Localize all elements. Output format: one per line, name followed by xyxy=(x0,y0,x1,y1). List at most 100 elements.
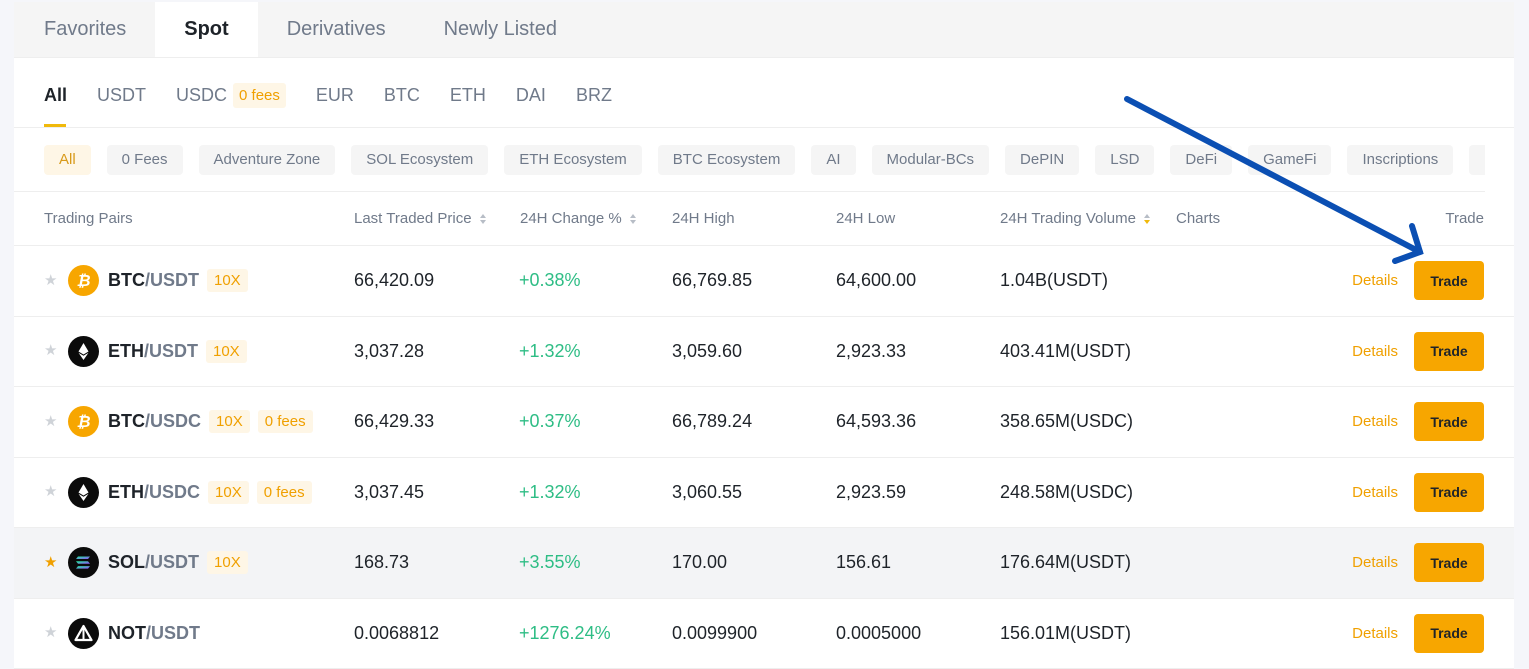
favorite-star-icon[interactable]: ★ xyxy=(44,414,58,429)
header-trade: Trade xyxy=(1445,210,1484,227)
change-24h: +1.32% xyxy=(519,481,581,502)
chip-meme[interactable]: Meme xyxy=(1469,144,1485,175)
trade-button[interactable]: Trade xyxy=(1414,261,1484,301)
quote-tab-dai[interactable]: DAI xyxy=(516,64,546,127)
quote-tab-btc[interactable]: BTC xyxy=(384,64,420,127)
zero-fees-badge: 0 fees xyxy=(256,480,312,504)
trading-pair[interactable]: SOL /USDT 10X xyxy=(108,551,248,575)
trading-pair[interactable]: BTC /USDT 10X xyxy=(108,269,248,293)
sort-descending-icon[interactable] xyxy=(1143,213,1150,224)
sort-icon[interactable] xyxy=(629,213,636,224)
sort-icon[interactable] xyxy=(479,213,486,224)
quote-tab-brz[interactable]: BRZ xyxy=(576,64,612,127)
header-24h-volume-label: 24H Trading Volume xyxy=(1000,210,1136,227)
table-row[interactable]: ★ ETH /USDC 10X 0 fees 3,037.45 +1.32% 3,… xyxy=(14,458,1514,528)
details-link[interactable]: Details xyxy=(1352,484,1398,501)
pair-quote: /USDC xyxy=(144,481,201,502)
chip-gamefi[interactable]: GameFi xyxy=(1248,144,1332,175)
trading-pair[interactable]: NOT /USDT xyxy=(108,623,200,644)
pair-quote: /USDT xyxy=(146,622,200,643)
trading-pair[interactable]: BTC /USDC 10X 0 fees xyxy=(108,410,313,434)
table-row[interactable]: ★ ETH /USDT 10X 3,037.28 +1.32% 3,059.60… xyxy=(14,317,1514,387)
volume-24h: 403.41M(USDT) xyxy=(1000,340,1132,361)
chip-inscriptions[interactable]: Inscriptions xyxy=(1347,144,1454,175)
pair-quote: /USDT xyxy=(144,340,198,361)
details-link[interactable]: Details xyxy=(1352,343,1398,360)
favorite-star-icon[interactable]: ★ xyxy=(44,555,58,570)
details-link[interactable]: Details xyxy=(1352,554,1398,571)
svg-text:₿: ₿ xyxy=(76,412,90,431)
chip-sol-ecosystem[interactable]: SOL Ecosystem xyxy=(351,144,489,175)
eth-logo-icon xyxy=(68,476,99,508)
volume-24h: 248.58M(USDC) xyxy=(1000,481,1134,502)
high-24h: 66,789.24 xyxy=(672,411,753,432)
details-link[interactable]: Details xyxy=(1352,413,1398,430)
favorite-star-icon[interactable]: ★ xyxy=(44,484,58,499)
trade-button[interactable]: Trade xyxy=(1414,472,1484,512)
chip-lsd[interactable]: LSD xyxy=(1095,144,1155,175)
trading-pair[interactable]: ETH /USDC 10X 0 fees xyxy=(108,480,312,504)
chip-adventure-zone[interactable]: Adventure Zone xyxy=(198,144,336,175)
last-price: 3,037.28 xyxy=(354,340,425,361)
change-24h: +1.32% xyxy=(519,340,581,361)
quote-tab-usdt[interactable]: USDT xyxy=(97,64,146,127)
chip-ai[interactable]: AI xyxy=(811,144,856,175)
last-price: 3,037.45 xyxy=(354,481,425,502)
not-logo-icon xyxy=(68,617,99,649)
chip-all[interactable]: All xyxy=(44,144,91,175)
pair-base: SOL xyxy=(108,552,146,573)
category-filter-chips: All 0 Fees Adventure Zone SOL Ecosystem … xyxy=(14,128,1485,192)
details-link[interactable]: Details xyxy=(1352,625,1398,642)
chip-defi[interactable]: DeFi xyxy=(1170,144,1233,175)
eth-logo-icon xyxy=(68,335,99,367)
table-row[interactable]: ★ NOT /USDT 0.0068812 +1276.24% 0.009990… xyxy=(14,599,1514,669)
low-24h: 156.61 xyxy=(836,552,892,573)
favorite-star-icon[interactable]: ★ xyxy=(44,273,58,288)
tab-favorites[interactable]: Favorites xyxy=(14,2,155,57)
tab-newly-listed[interactable]: Newly Listed xyxy=(415,2,586,57)
header-24h-high: 24H High xyxy=(672,210,735,227)
zero-fees-badge: 0 fees xyxy=(257,410,313,434)
header-last-price[interactable]: Last Traded Price xyxy=(354,210,486,227)
btc-logo-icon: ₿ xyxy=(68,406,99,438)
chip-btc-ecosystem[interactable]: BTC Ecosystem xyxy=(657,144,796,175)
chip-eth-ecosystem[interactable]: ETH Ecosystem xyxy=(504,144,642,175)
quote-tab-usdc-label: USDC xyxy=(176,85,228,105)
chip-depin[interactable]: DePIN xyxy=(1005,144,1080,175)
trading-pairs-table-body: ★ ₿ BTC /USDT 10X 66,420.09 +0.38% 66,76… xyxy=(14,246,1514,669)
favorite-star-icon[interactable]: ★ xyxy=(44,625,58,640)
low-24h: 64,593.36 xyxy=(836,411,917,432)
trade-button[interactable]: Trade xyxy=(1414,331,1484,371)
trade-button[interactable]: Trade xyxy=(1414,613,1484,653)
table-row[interactable]: ★ SOL /USDT 10X 168.73 +3.55% 170.00 156… xyxy=(14,528,1514,599)
pair-base: NOT xyxy=(108,622,146,643)
quote-tab-eur[interactable]: EUR xyxy=(316,64,354,127)
high-24h: 3,059.60 xyxy=(672,340,743,361)
quote-tab-eth[interactable]: ETH xyxy=(450,64,486,127)
low-24h: 2,923.59 xyxy=(836,481,907,502)
change-24h: +0.38% xyxy=(519,270,581,291)
quote-tab-all[interactable]: All xyxy=(44,64,67,127)
trading-pair[interactable]: ETH /USDT 10X xyxy=(108,339,247,363)
details-link[interactable]: Details xyxy=(1352,272,1398,289)
pair-quote: /USDT xyxy=(145,270,199,291)
table-row[interactable]: ★ ₿ BTC /USDC 10X 0 fees 66,429.33 +0.37%… xyxy=(14,387,1514,458)
trade-button[interactable]: Trade xyxy=(1414,402,1484,442)
header-24h-volume[interactable]: 24H Trading Volume xyxy=(1000,210,1150,227)
favorite-star-icon[interactable]: ★ xyxy=(44,343,58,358)
change-24h: +3.55% xyxy=(519,552,581,573)
chip-modular-bcs[interactable]: Modular-BCs xyxy=(871,144,990,175)
tab-spot[interactable]: Spot xyxy=(155,2,258,57)
last-price: 168.73 xyxy=(354,552,410,573)
table-row[interactable]: ★ ₿ BTC /USDT 10X 66,420.09 +0.38% 66,76… xyxy=(14,246,1514,317)
low-24h: 0.0005000 xyxy=(836,622,922,643)
volume-24h: 176.64M(USDT) xyxy=(1000,552,1132,573)
pair-base: BTC xyxy=(108,270,145,291)
header-24h-change[interactable]: 24H Change % xyxy=(520,210,636,227)
quote-tab-usdc[interactable]: USDC 0 fees xyxy=(176,64,286,127)
chip-0-fees[interactable]: 0 Fees xyxy=(106,144,183,175)
trade-button[interactable]: Trade xyxy=(1414,543,1484,583)
tab-derivatives[interactable]: Derivatives xyxy=(258,2,415,57)
table-header: Trading Pairs Last Traded Price 24H Chan… xyxy=(14,192,1514,246)
pair-base: BTC xyxy=(108,411,145,432)
